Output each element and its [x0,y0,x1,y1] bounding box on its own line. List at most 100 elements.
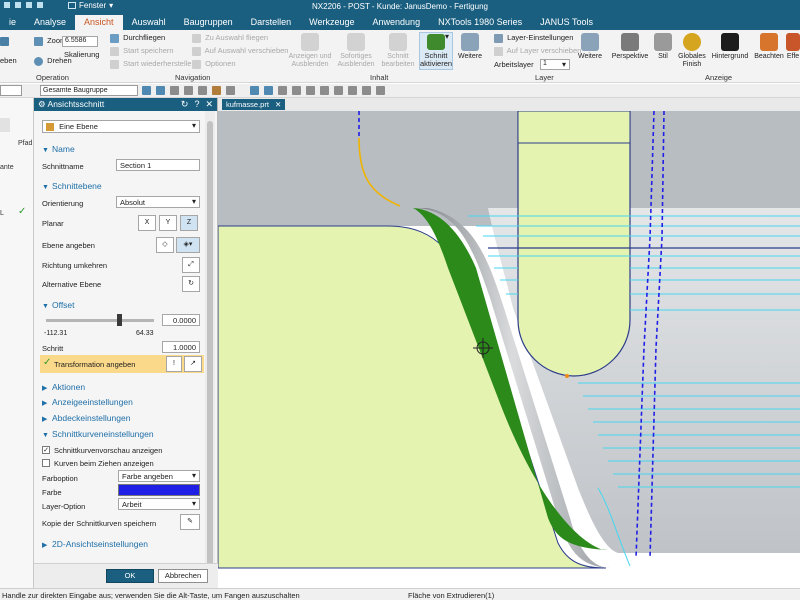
component-icon[interactable] [212,86,221,95]
point-icon[interactable] [264,86,273,95]
plane-dialog-icon[interactable]: ◈▾ [176,237,200,253]
auf-layer-verschieben-button[interactable]: Auf Layer verschieben [494,46,581,56]
endpoint-icon[interactable] [278,86,287,95]
navigator-row-l[interactable]: L [0,210,4,217]
schnittname-input[interactable]: Section 1 [116,159,200,171]
tab-nxtools[interactable]: NXTools 1980 Series [429,15,531,30]
abbrechen-button[interactable]: Abbrechen [158,569,208,583]
tab-ie[interactable]: ie [0,15,25,30]
anzeigen-ausblenden-button[interactable]: Anzeigen und Ausblenden [288,33,332,69]
navigator-tab[interactable] [0,118,10,132]
midpoint-icon[interactable] [292,86,301,95]
tab-ansicht[interactable]: Ansicht [75,15,123,30]
filter-icon[interactable] [156,86,165,95]
offset-slider-track[interactable] [46,319,154,322]
offset-value-input[interactable]: 0.0000 [162,314,200,326]
file-tab[interactable]: kufmasse.prt ✕ [222,99,286,110]
tab-darstellen[interactable]: Darstellen [242,15,301,30]
save-curves-icon[interactable]: ✎ [180,514,200,530]
navigator-row-text[interactable]: ante [0,164,14,171]
section-offset[interactable]: ▼ Offset [34,300,218,310]
reset-icon[interactable]: ↻ [181,99,189,110]
section-schnittkurven[interactable]: ▼ Schnittkurveneinstellungen [34,429,218,439]
edge-icon[interactable] [198,86,207,95]
intersection-icon[interactable] [334,86,343,95]
weitere-layer-button[interactable]: Weitere [576,33,604,61]
plane-x-icon[interactable]: Ⅹ [138,215,156,231]
auf-auswahl-verschieben-button[interactable]: Auf Auswahl verschieben [192,46,288,56]
eben-label[interactable]: eben [0,56,17,65]
start-speichern-button[interactable]: Start speichern [110,46,174,56]
plane-y-icon[interactable]: Y [159,215,177,231]
weitere-inhalt-button[interactable]: Weitere [456,33,484,61]
beachten-button[interactable]: Beachten [754,33,784,61]
start-wiederherstellen-button[interactable]: Start wiederherstellen [110,59,196,69]
schnitt-bearbeiten-button[interactable]: Schnitt bearbeiten [380,33,416,69]
vorschau-checkbox[interactable]: ✓ [42,446,50,454]
type-select[interactable]: Eine Ebene [42,120,200,133]
dialog-scrollbar[interactable] [205,111,215,571]
section-schnittebene[interactable]: ▼ Schnittebene [34,181,218,191]
snap-icon[interactable] [250,86,259,95]
section-2d-ansicht[interactable]: ▶ 2D-Ansichtseinstellungen [34,539,218,549]
perspektive-button[interactable]: Perspektive [612,33,648,61]
plane-z-icon[interactable]: Z [180,215,198,231]
surface-point-icon[interactable] [348,86,357,95]
reverse-direction-icon[interactable]: ⤢ [182,257,200,273]
zoom-value-field[interactable]: 6.5586 [62,36,98,47]
model-view[interactable] [218,98,800,588]
scope-dropdown[interactable]: Gesamte Baugruppe [40,85,138,96]
ok-button[interactable]: OK [106,569,154,583]
optionen-button[interactable]: Optionen [192,59,236,69]
section-aktionen[interactable]: ▶ Aktionen [34,382,218,392]
tab-baugruppen[interactable]: Baugruppen [175,15,242,30]
arbeitslayer-select[interactable]: 1 [540,59,570,70]
layer-einstellungen-button[interactable]: Layer-Einstellungen [494,33,573,43]
kurven-ziehen-checkbox[interactable] [42,459,50,467]
schritt-input[interactable]: 1.0000 [162,341,200,353]
tab-janus-tools[interactable]: JANUS Tools [531,15,602,30]
effekte-button[interactable]: Effe [786,33,800,61]
orientierung-select[interactable]: Absolut [116,196,200,208]
layer-option-select[interactable]: Arbeit [118,498,200,510]
zoom-row[interactable] [0,36,11,46]
plane-select-icon[interactable]: ◇ [156,237,174,253]
section-abdeckeinstellungen[interactable]: ▶ Abdeckeinstellungen [34,413,218,423]
section-anzeigeeinstellungen[interactable]: ▶ Anzeigeeinstellungen [34,397,218,407]
section-name[interactable]: ▼ Name [34,144,218,154]
offset-slider-thumb[interactable] [117,314,123,326]
transform-info-icon[interactable]: ! [166,356,182,372]
tab-analyse[interactable]: Analyse [25,15,75,30]
drehen-button[interactable]: Drehen [34,56,72,66]
tab-auswahl[interactable]: Auswahl [123,15,175,30]
quadrant-icon[interactable] [320,86,329,95]
zu-auswahl-fliegen-button[interactable]: Zu Auswahl fliegen [192,33,268,43]
globales-finish-button[interactable]: Globales Finish [678,33,706,69]
grid-point-icon[interactable] [376,86,385,95]
schnitt-aktivieren-button[interactable]: Schnitt aktivieren [419,32,453,70]
select-icon[interactable] [142,86,151,95]
farbe-swatch[interactable] [118,484,200,496]
durchfliegen-button[interactable]: Durchfliegen [110,33,165,43]
handle-point[interactable] [565,374,569,378]
hintergrund-button[interactable]: Hintergrund [710,33,750,61]
transformation-row[interactable]: ✓ Transformation angeben ! ↗ [40,355,204,373]
body-icon[interactable] [184,86,193,95]
feature-icon[interactable] [226,86,235,95]
close-icon[interactable]: ✕ [275,100,281,109]
curve-point-icon[interactable] [362,86,371,95]
filter-dropdown[interactable] [0,85,22,96]
sofortiges-ausblenden-button[interactable]: Sofortiges Ausblenden [336,33,376,69]
tab-anwendung[interactable]: Anwendung [364,15,430,30]
farboption-select[interactable]: Farbe angeben [118,470,200,482]
tab-werkzeuge[interactable]: Werkzeuge [300,15,363,30]
close-icon[interactable]: ✕ [205,99,213,110]
alternate-plane-icon[interactable]: ↻ [182,276,200,292]
face-icon[interactable] [170,86,179,95]
scrollbar-thumb[interactable] [207,121,213,571]
center-icon[interactable] [306,86,315,95]
graphics-viewport[interactable]: kufmasse.prt ✕ [218,98,800,588]
help-icon[interactable]: ? [194,99,199,110]
stil-button[interactable]: Stil [652,33,674,61]
transform-axes-icon[interactable]: ↗ [184,356,202,372]
